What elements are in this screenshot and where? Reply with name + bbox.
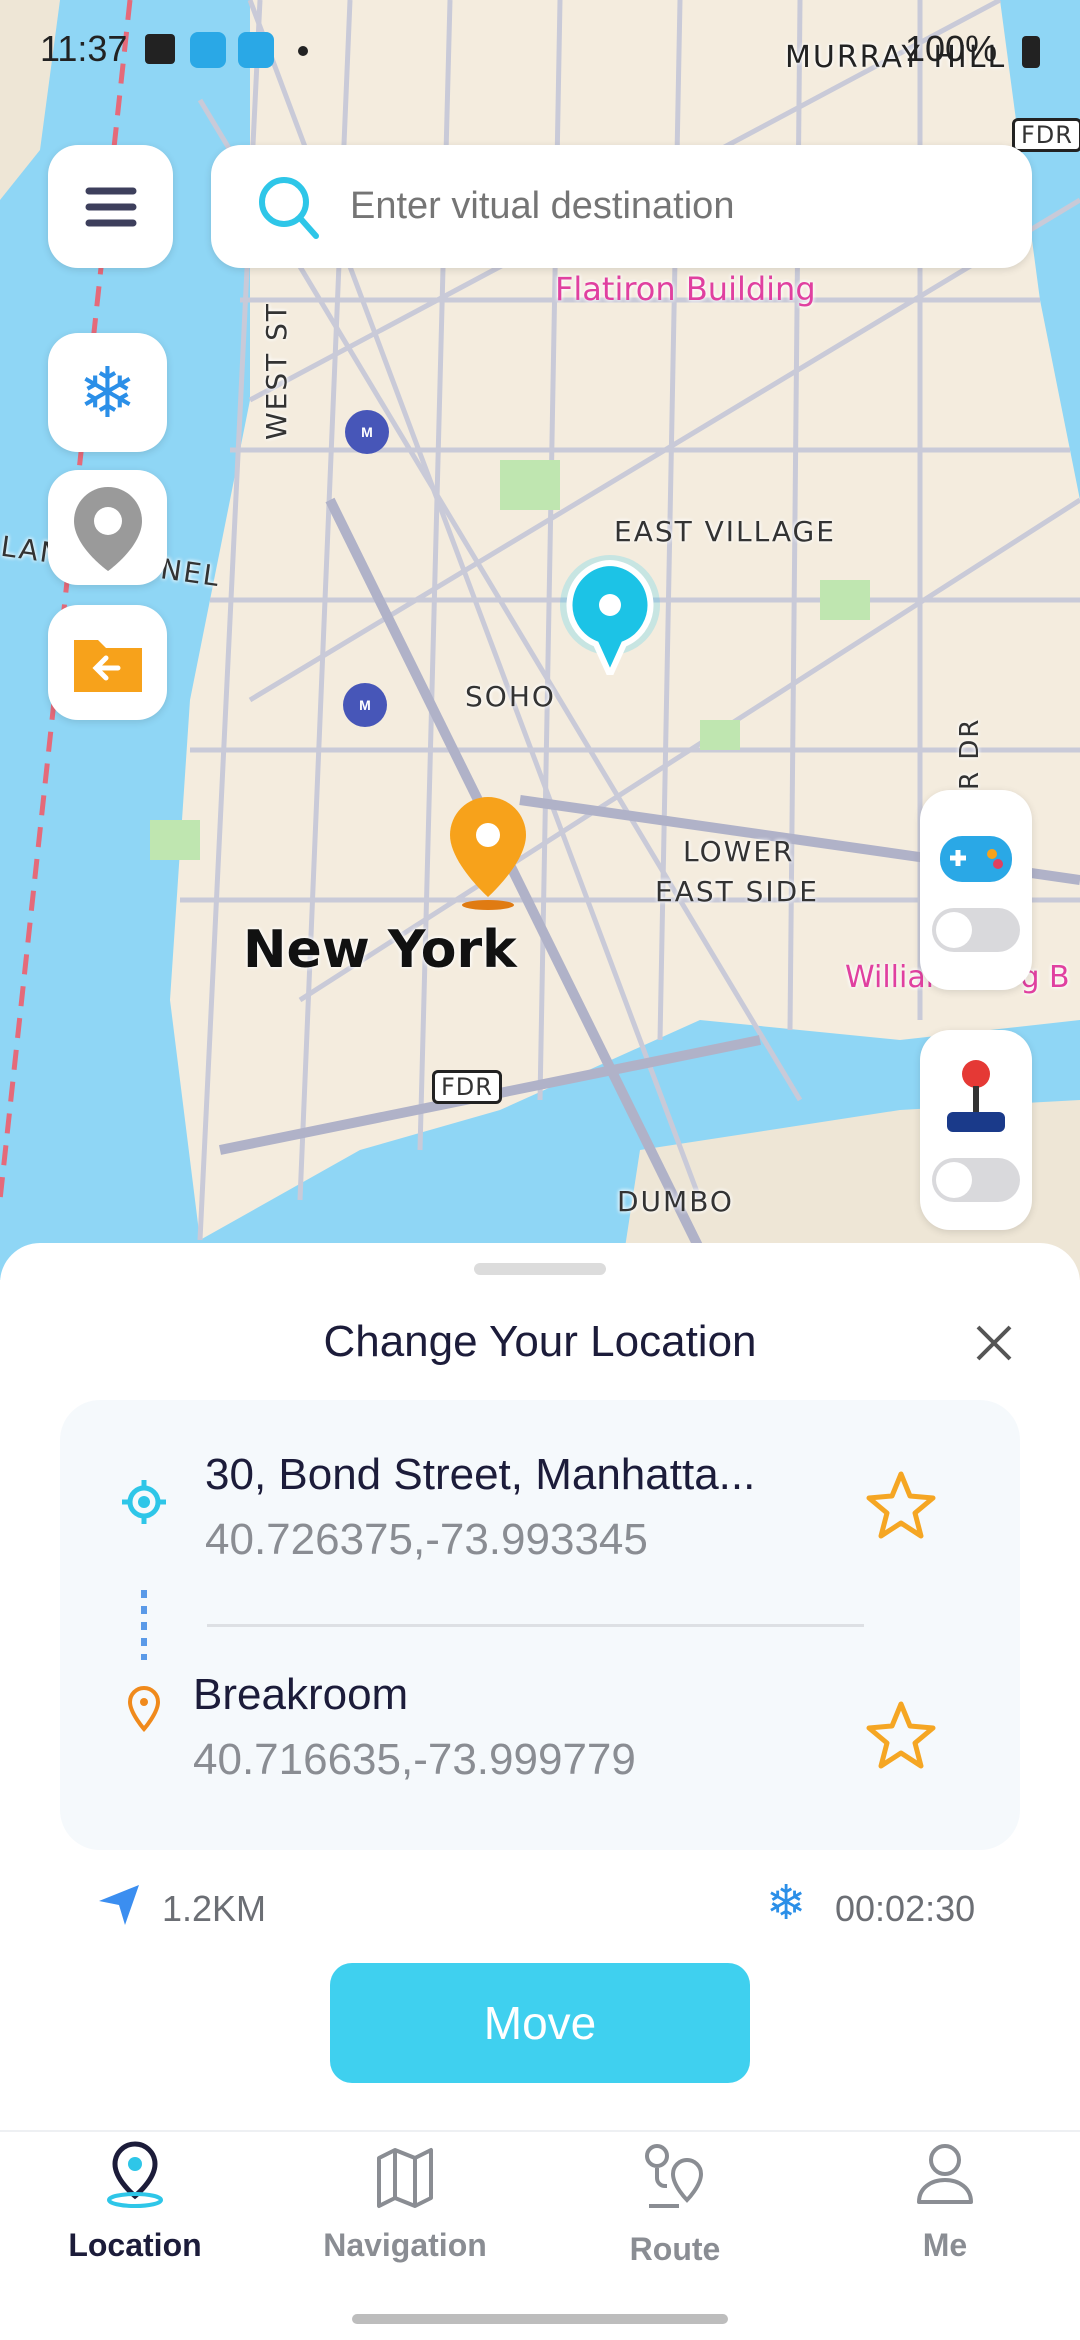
gamepad-icon	[940, 836, 1012, 882]
to-location-name[interactable]: Breakroom	[193, 1670, 408, 1720]
battery-text: 100%	[905, 28, 998, 69]
route-icon	[645, 2144, 704, 2208]
map-label-soho: SOHO	[465, 680, 556, 713]
battery-icon	[1022, 36, 1040, 68]
map-label-dumbo: DUMBO	[617, 1185, 734, 1218]
crosshair-icon	[122, 1480, 166, 1524]
joystick-icon	[947, 1060, 1005, 1132]
user-icon	[917, 2144, 973, 2204]
from-coordinates: 40.726375,-73.993345	[205, 1515, 648, 1564]
search-input[interactable]	[350, 185, 1000, 228]
tab-label: Location	[68, 2227, 202, 2263]
from-location-name[interactable]: 30, Bond Street, Manhatta...	[205, 1450, 755, 1500]
gallery-icon	[145, 34, 175, 64]
joystick-toggle[interactable]	[932, 1158, 1020, 1202]
app-notification-icon	[190, 32, 226, 68]
close-icon[interactable]	[974, 1323, 1014, 1363]
subway-icon: M	[345, 410, 389, 454]
map-icon	[377, 2148, 433, 2208]
tab-navigation[interactable]: Navigation	[270, 2140, 540, 2264]
map-label-new-york: New York	[243, 920, 517, 980]
status-time: 11:37	[40, 28, 128, 69]
distance-text: 1.2KM	[162, 1888, 267, 1929]
map-label-fdr: FDR	[432, 1070, 502, 1104]
game-mode-panel	[920, 790, 1032, 990]
map-pin-pokeball-icon	[73, 486, 142, 571]
joystick-panel	[920, 1030, 1032, 1230]
favorite-star-icon[interactable]	[864, 1470, 938, 1540]
destination-pin-icon[interactable]	[448, 795, 528, 915]
app-notification-icon	[238, 32, 274, 68]
dot-icon	[298, 46, 308, 56]
map-label-fdr-top: FDR	[1012, 118, 1080, 152]
snowflake-icon: ❄	[78, 353, 137, 432]
tab-label: Navigation	[323, 2227, 487, 2263]
cooldown-timer: 00:02:30	[835, 1888, 976, 1929]
destination-pin-icon	[127, 1685, 161, 1733]
folder-back-icon	[73, 639, 142, 692]
drag-handle[interactable]	[474, 1263, 606, 1275]
subway-icon: M	[343, 683, 387, 727]
history-folder-button[interactable]	[48, 605, 167, 720]
tab-me[interactable]: Me	[810, 2140, 1080, 2264]
map-label-east-village: EAST VILLAGE	[614, 515, 836, 548]
snowflake-icon: ❄	[766, 1877, 807, 1930]
location-pin-icon	[566, 559, 654, 675]
current-location-marker[interactable]	[560, 555, 660, 675]
pokestop-button[interactable]	[48, 470, 167, 585]
home-indicator[interactable]	[352, 2314, 728, 2324]
map-label-les1: LOWER	[683, 835, 795, 868]
map-label-les2: EAST SIDE	[655, 875, 819, 908]
navigation-arrow-icon	[99, 1885, 139, 1925]
menu-button[interactable]	[48, 145, 173, 268]
search-bar[interactable]	[211, 145, 1032, 268]
search-icon	[259, 176, 319, 239]
map-label-fdr-dr: R DR	[955, 717, 985, 790]
location-pin-icon	[107, 2141, 163, 2208]
to-coordinates: 40.716635,-73.999779	[193, 1735, 636, 1784]
route-connector	[141, 1590, 147, 1660]
tab-route[interactable]: Route	[540, 2140, 810, 2268]
route-card: 30, Bond Street, Manhatta... 40.726375,-…	[60, 1400, 1020, 1850]
tab-label: Me	[922, 2227, 968, 2263]
tab-location[interactable]: Location	[0, 2140, 270, 2264]
game-mode-toggle[interactable]	[932, 908, 1020, 952]
map-label-flatiron: Flatiron Building	[555, 270, 816, 308]
favorite-star-icon[interactable]	[864, 1700, 938, 1770]
sheet-title: Change Your Location	[323, 1317, 757, 1366]
move-button[interactable]: Move	[330, 1963, 750, 2083]
map-label-west-st: WEST ST	[260, 301, 293, 440]
divider	[207, 1624, 864, 1627]
hamburger-icon	[85, 187, 136, 226]
tab-label: Route	[629, 2231, 721, 2267]
cooldown-button[interactable]: ❄	[48, 333, 167, 452]
